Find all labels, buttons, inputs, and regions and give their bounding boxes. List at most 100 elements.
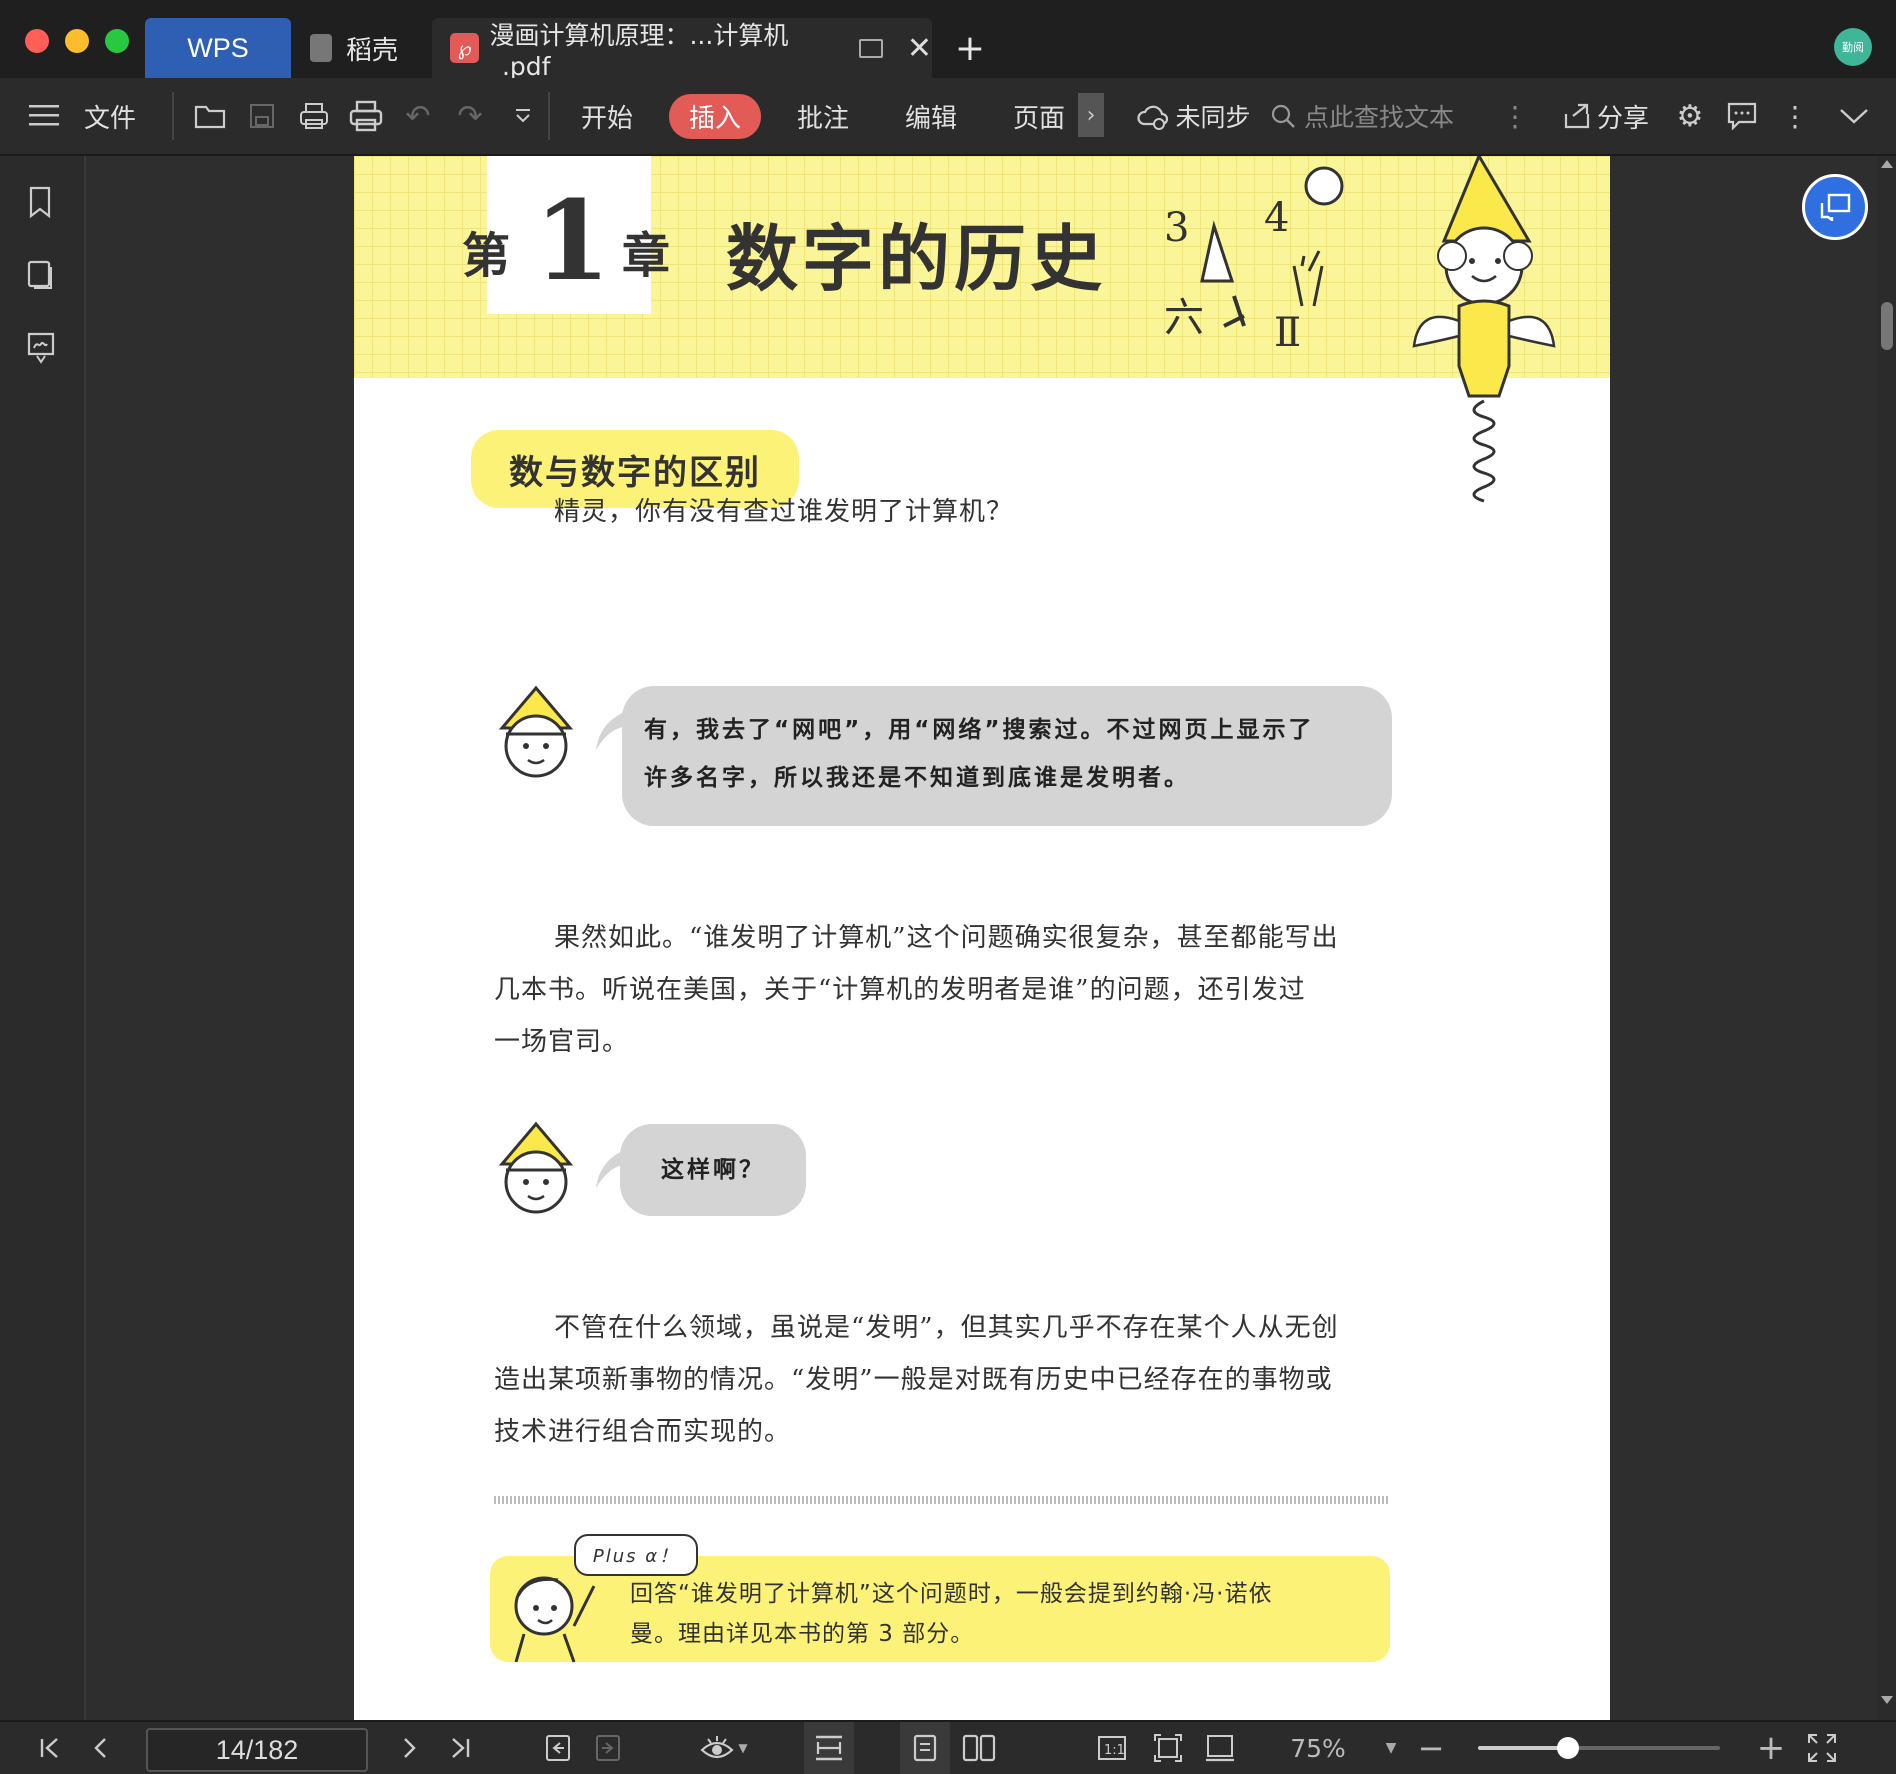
svg-text:六: 六 (1164, 295, 1204, 341)
zoom-slider-thumb[interactable] (1556, 1737, 1579, 1759)
menu-start-label: 开始 (580, 103, 633, 134)
paragraph-2-line-2: 几本书。听说在美国，关于“计算机的发明者是谁”的问题，还引发过 (494, 975, 1306, 1005)
share-label: 分享 (1596, 103, 1649, 134)
chapter-prefix: 第 (462, 228, 511, 284)
back-view-icon[interactable] (538, 1722, 578, 1774)
open-folder-icon[interactable] (190, 78, 230, 154)
new-tab-button[interactable]: + (950, 18, 990, 78)
minimize-window-button[interactable] (65, 29, 89, 53)
search-placeholder: 点此查找文本 (1304, 103, 1455, 132)
file-menu[interactable]: 文件 (80, 78, 140, 154)
bubble-2-text: 这样啊？ (661, 1157, 765, 1183)
page-indicator: 14/182 (215, 1734, 299, 1765)
next-page-icon[interactable] (390, 1722, 430, 1774)
thumbnails-icon[interactable] (26, 260, 54, 294)
undo-icon[interactable]: ↶ (398, 78, 438, 154)
quick-access-dropdown-icon[interactable] (506, 78, 540, 154)
title-bar: WPS 稻壳 ℘ 漫画计算机原理：...计算机_.pdf ✕ + 勤阅 (0, 0, 1896, 81)
speech-bubble-1: 有，我去了“网吧”，用“网络”搜索过。不过网页上显示了 许多名字，所以我还是不知… (622, 686, 1392, 826)
scroll-up-arrow-icon[interactable] (1881, 160, 1893, 168)
translate-icon (1820, 193, 1851, 221)
cloud-icon (1137, 105, 1169, 130)
zoom-in-icon[interactable]: + (1754, 1722, 1788, 1774)
scroll-down-arrow-icon[interactable] (1881, 1696, 1893, 1704)
previous-page-icon[interactable] (80, 1722, 120, 1774)
tab-wps[interactable]: WPS (145, 18, 291, 78)
collapse-toolbar-chevron-icon[interactable] (1834, 78, 1874, 154)
floating-translate-button[interactable] (1802, 174, 1868, 240)
zoom-slider-fill (1478, 1746, 1568, 1750)
menu-insert[interactable]: 插入 (669, 78, 761, 154)
menu-annotate-label: 批注 (796, 103, 849, 134)
comment-icon[interactable] (1722, 78, 1762, 154)
bubble-1-line-2: 许多名字，所以我还是不知道到底谁是发明者。 (644, 765, 1190, 791)
print-preview-icon[interactable] (294, 78, 334, 154)
toolbar-divider (548, 92, 550, 140)
document-viewer[interactable]: 第 1 章 数字的历史 3 4 六 Ⅱ 数与数字的区别 精灵，你有没有查过谁发明… (86, 156, 1878, 1720)
maximize-window-button[interactable] (105, 29, 129, 53)
main-toolbar: 文件 ↶ ↷ 开始 插入 批注 编辑 页面 › 未同步 点此查找文本 ⋮ 分享 … (0, 78, 1896, 156)
save-icon[interactable] (242, 78, 282, 154)
paragraph-2: 果然如此。“谁发明了计算机”这个问题确实很复杂，甚至都能写出 几本书。听说在美国… (494, 912, 1394, 1068)
tab-document[interactable]: ℘ 漫画计算机原理：...计算机_.pdf ✕ (432, 18, 932, 81)
tab-daoke[interactable]: 稻壳 (310, 18, 430, 78)
continuous-scroll-icon[interactable] (804, 1722, 854, 1774)
monitor-icon[interactable] (859, 38, 883, 58)
zoom-level[interactable]: 75% (1268, 1722, 1368, 1774)
tab-label: 漫画计算机原理：...计算机_.pdf (489, 20, 789, 81)
zoom-out-icon[interactable]: − (1414, 1722, 1448, 1774)
paragraph-1: 精灵，你有没有查过谁发明了计算机？ (554, 497, 1014, 527)
bookmark-icon[interactable] (28, 186, 52, 222)
zoom-slider[interactable] (1478, 1737, 1720, 1759)
status-bar: 14/182 ▼ 1:1 75% ▼ − + (0, 1720, 1896, 1774)
close-window-button[interactable] (25, 29, 49, 53)
plus-note-line-1: 回答“谁发明了计算机”这个问题时，一般会提到约翰·冯·诺依 (630, 1581, 1273, 1607)
two-page-icon[interactable] (954, 1722, 1004, 1774)
first-page-icon[interactable] (30, 1722, 70, 1774)
paragraph-3-line-3: 技术进行组合而实现的。 (494, 1417, 792, 1447)
menu-annotate[interactable]: 批注 (788, 78, 858, 154)
single-page-icon[interactable] (900, 1722, 950, 1774)
vertical-scrollbar[interactable] (1878, 156, 1896, 1720)
close-tab-icon[interactable]: ✕ (907, 31, 932, 66)
settings-gear-icon[interactable]: ⚙ (1670, 78, 1710, 154)
svg-text:4: 4 (1264, 195, 1289, 241)
share-button[interactable]: 分享 (1558, 78, 1654, 154)
eye-protection-mode-icon[interactable]: ▼ (694, 1722, 754, 1774)
svg-text:Ⅱ: Ⅱ (1274, 310, 1301, 356)
menu-page[interactable]: 页面 (1004, 78, 1074, 154)
more-options-icon[interactable]: ⋮ (1780, 78, 1810, 154)
chapter-suffix: 章 (622, 228, 671, 284)
avatar[interactable]: 勤阅 (1834, 28, 1872, 66)
fit-width-icon[interactable] (1200, 1722, 1240, 1774)
menu-insert-label: 插入 (669, 93, 761, 139)
menu-edit[interactable]: 编辑 (896, 78, 966, 154)
pdf-icon: ℘ (450, 33, 480, 63)
menu-start[interactable]: 开始 (572, 78, 642, 154)
chapter-title: 数字的历史 (726, 217, 1107, 301)
redo-icon[interactable]: ↷ (450, 78, 490, 154)
chapter-number: 1 (534, 176, 611, 305)
page-number-input[interactable]: 14/182 (146, 1728, 368, 1772)
more-vertical-icon[interactable]: ⋮ (1501, 78, 1529, 154)
scroll-thumb[interactable] (1881, 302, 1893, 350)
zoom-dropdown-icon[interactable]: ▼ (1378, 1722, 1404, 1774)
paragraph-3: 不管在什么领域，虽说是“发明”，但其实几乎不存在某个人从无创 造出某项新事物的情… (494, 1302, 1394, 1458)
print-icon[interactable] (346, 78, 386, 154)
menu-scroll-right-icon[interactable]: › (1078, 93, 1104, 137)
last-page-icon[interactable] (440, 1722, 480, 1774)
search-icon (1271, 104, 1295, 128)
share-icon (1564, 103, 1590, 129)
forward-view-icon[interactable] (588, 1722, 628, 1774)
fit-page-icon[interactable] (1148, 1722, 1188, 1774)
dotted-divider (494, 1496, 1390, 1504)
search-box[interactable]: 点此查找文本 (1270, 78, 1470, 154)
signature-icon[interactable] (26, 332, 56, 368)
sync-label: 未同步 (1175, 103, 1251, 132)
sync-status[interactable]: 未同步 (1136, 78, 1252, 154)
zoom-value: 75% (1290, 1733, 1346, 1763)
fairy-character-illustration (1412, 156, 1556, 503)
actual-size-icon[interactable]: 1:1 (1092, 1722, 1132, 1774)
hamburger-menu-icon[interactable] (24, 78, 64, 154)
fullscreen-icon[interactable] (1802, 1722, 1842, 1774)
